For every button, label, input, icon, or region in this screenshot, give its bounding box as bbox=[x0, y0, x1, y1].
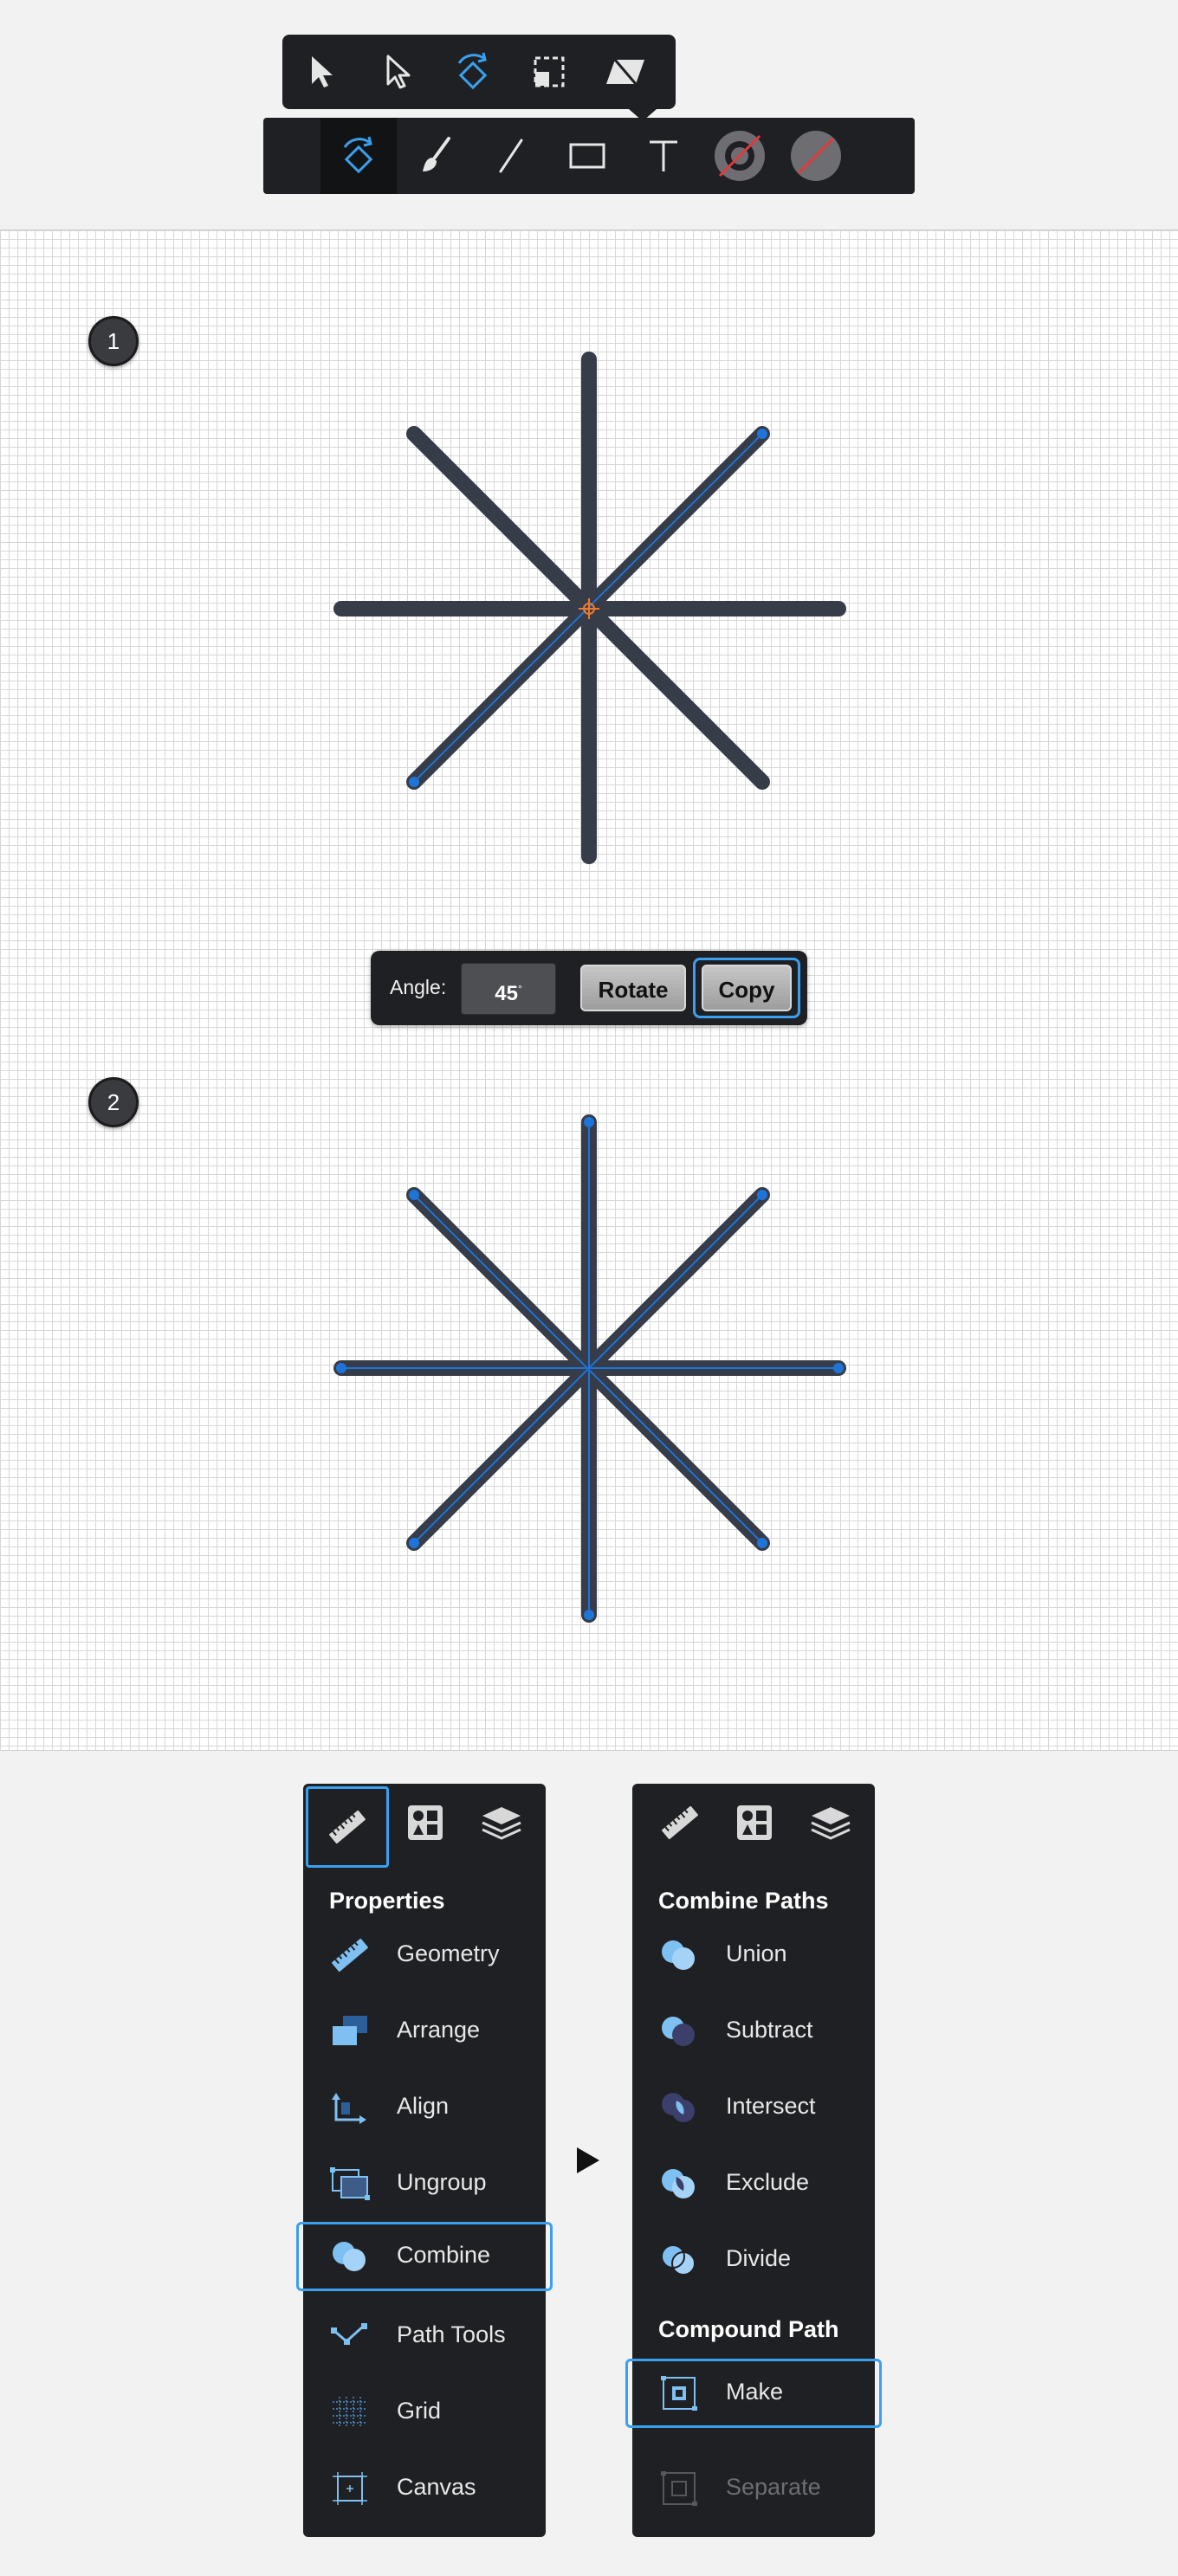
item-label: Canvas bbox=[397, 2474, 476, 2500]
item-label: Divide bbox=[726, 2245, 792, 2271]
divide-icon bbox=[661, 2244, 696, 2276]
step-badge-1: 1 bbox=[88, 316, 139, 366]
shapes-icon bbox=[408, 1805, 443, 1840]
degree-symbol: ° bbox=[517, 983, 522, 995]
line-icon[interactable] bbox=[473, 118, 549, 194]
align-icon bbox=[332, 2093, 366, 2124]
panel-item-combine[interactable]: Combine bbox=[296, 2222, 553, 2291]
panel-item-grid[interactable]: Grid bbox=[303, 2378, 546, 2444]
tab-properties[interactable] bbox=[306, 1786, 389, 1868]
panel-item-geometry[interactable]: Geometry bbox=[303, 1921, 546, 1986]
layers-icon bbox=[482, 1807, 521, 1840]
direct-select-arrow-icon[interactable] bbox=[359, 35, 435, 109]
skew-icon[interactable] bbox=[587, 35, 663, 109]
main-toolbar bbox=[263, 118, 915, 194]
transform-rotate-icon[interactable] bbox=[320, 118, 397, 194]
panel-tabs bbox=[632, 1784, 875, 1862]
ruler-icon bbox=[332, 1938, 368, 1972]
panel-item-intersect[interactable]: Intersect bbox=[632, 2073, 875, 2139]
properties-panel: Properties Geometry Arrange Align Ungrou… bbox=[296, 1784, 553, 2537]
tab-properties[interactable] bbox=[641, 1784, 719, 1862]
angle-value: 45 bbox=[495, 982, 518, 1005]
exclude-icon bbox=[662, 2169, 695, 2198]
item-label: Intersect bbox=[726, 2093, 816, 2119]
tab-shapes[interactable] bbox=[386, 1784, 464, 1862]
panel-item-separate[interactable]: Separate bbox=[632, 2454, 875, 2520]
item-label: Geometry bbox=[397, 1940, 500, 1966]
panel-item-arrange[interactable]: Arrange bbox=[303, 1997, 546, 2063]
combine-paths-heading: Combine Paths bbox=[658, 1888, 829, 1914]
ungroup-icon bbox=[330, 2167, 370, 2200]
panel-item-align[interactable]: Align bbox=[303, 2073, 546, 2139]
rotate-angle-panel: Angle: 45° Rotate Copy bbox=[371, 951, 807, 1025]
panel-item-canvas[interactable]: Canvas bbox=[303, 2454, 546, 2520]
item-label: Arrange bbox=[397, 2017, 481, 2043]
panel-item-subtract[interactable]: Subtract bbox=[632, 1997, 875, 2063]
item-label: Align bbox=[397, 2093, 450, 2119]
anchor-point bbox=[409, 777, 419, 787]
ruler-icon bbox=[662, 1805, 698, 1840]
stroke-color-icon[interactable] bbox=[702, 118, 778, 194]
scale-icon[interactable] bbox=[511, 35, 587, 109]
tab-shapes[interactable] bbox=[715, 1784, 793, 1862]
shapes-icon bbox=[737, 1805, 772, 1840]
panel-item-ungroup[interactable]: Ungroup bbox=[303, 2149, 546, 2215]
properties-heading: Properties bbox=[329, 1888, 445, 1914]
rectangle-icon[interactable] bbox=[549, 118, 625, 194]
path-tools-icon bbox=[331, 2323, 367, 2345]
copy-button[interactable]: Copy bbox=[702, 965, 792, 1011]
item-label: Grid bbox=[397, 2398, 442, 2424]
union-icon bbox=[662, 1940, 695, 1970]
step-badge-2: 2 bbox=[88, 1077, 139, 1127]
item-label: Union bbox=[726, 1940, 787, 1966]
item-label: Subtract bbox=[726, 2017, 813, 2043]
item-label: Make bbox=[726, 2379, 784, 2405]
combine-icon bbox=[333, 2242, 366, 2271]
anchor-point bbox=[757, 429, 767, 439]
panel-tabs bbox=[303, 1784, 546, 1868]
arrange-icon bbox=[333, 2016, 367, 2045]
intersect-icon bbox=[662, 2093, 695, 2122]
arrow-right-icon bbox=[577, 2147, 599, 2173]
panel-item-union[interactable]: Union bbox=[632, 1921, 875, 1986]
rotate-button[interactable]: Rotate bbox=[580, 965, 686, 1011]
brush-icon[interactable] bbox=[397, 118, 473, 194]
panel-item-exclude[interactable]: Exclude bbox=[632, 2149, 875, 2215]
make-compound-icon bbox=[661, 2376, 697, 2411]
compound-path-heading: Compound Path bbox=[658, 2316, 839, 2342]
text-icon[interactable] bbox=[625, 118, 702, 194]
item-label: Path Tools bbox=[397, 2321, 506, 2347]
panel-item-make[interactable]: Make bbox=[625, 2359, 882, 2428]
item-label: Separate bbox=[726, 2474, 821, 2500]
panel-item-divide[interactable]: Divide bbox=[632, 2225, 875, 2291]
ruler-icon bbox=[329, 1810, 366, 1844]
item-label: Exclude bbox=[726, 2169, 810, 2195]
transform-sub-toolbar bbox=[282, 35, 676, 121]
layers-icon bbox=[811, 1807, 851, 1840]
angle-input[interactable]: 45° bbox=[461, 963, 556, 1015]
item-label: Ungroup bbox=[397, 2169, 487, 2195]
angle-label: Angle: bbox=[390, 976, 447, 998]
grid-icon bbox=[333, 2397, 367, 2428]
item-label: Combine bbox=[397, 2242, 491, 2268]
fill-none-icon[interactable] bbox=[778, 118, 854, 194]
combine-paths-panel: Combine Paths Union Subtract Intersect E… bbox=[625, 1784, 882, 2537]
subtract-icon bbox=[662, 2017, 695, 2046]
tab-layers[interactable] bbox=[463, 1784, 540, 1862]
select-arrow-icon[interactable] bbox=[282, 35, 359, 109]
panel-item-path-tools[interactable]: Path Tools bbox=[303, 2302, 546, 2367]
tab-layers[interactable] bbox=[792, 1784, 870, 1862]
canvas-icon bbox=[333, 2472, 367, 2505]
rotate-icon[interactable] bbox=[435, 35, 511, 109]
separate-compound-icon bbox=[661, 2471, 697, 2506]
